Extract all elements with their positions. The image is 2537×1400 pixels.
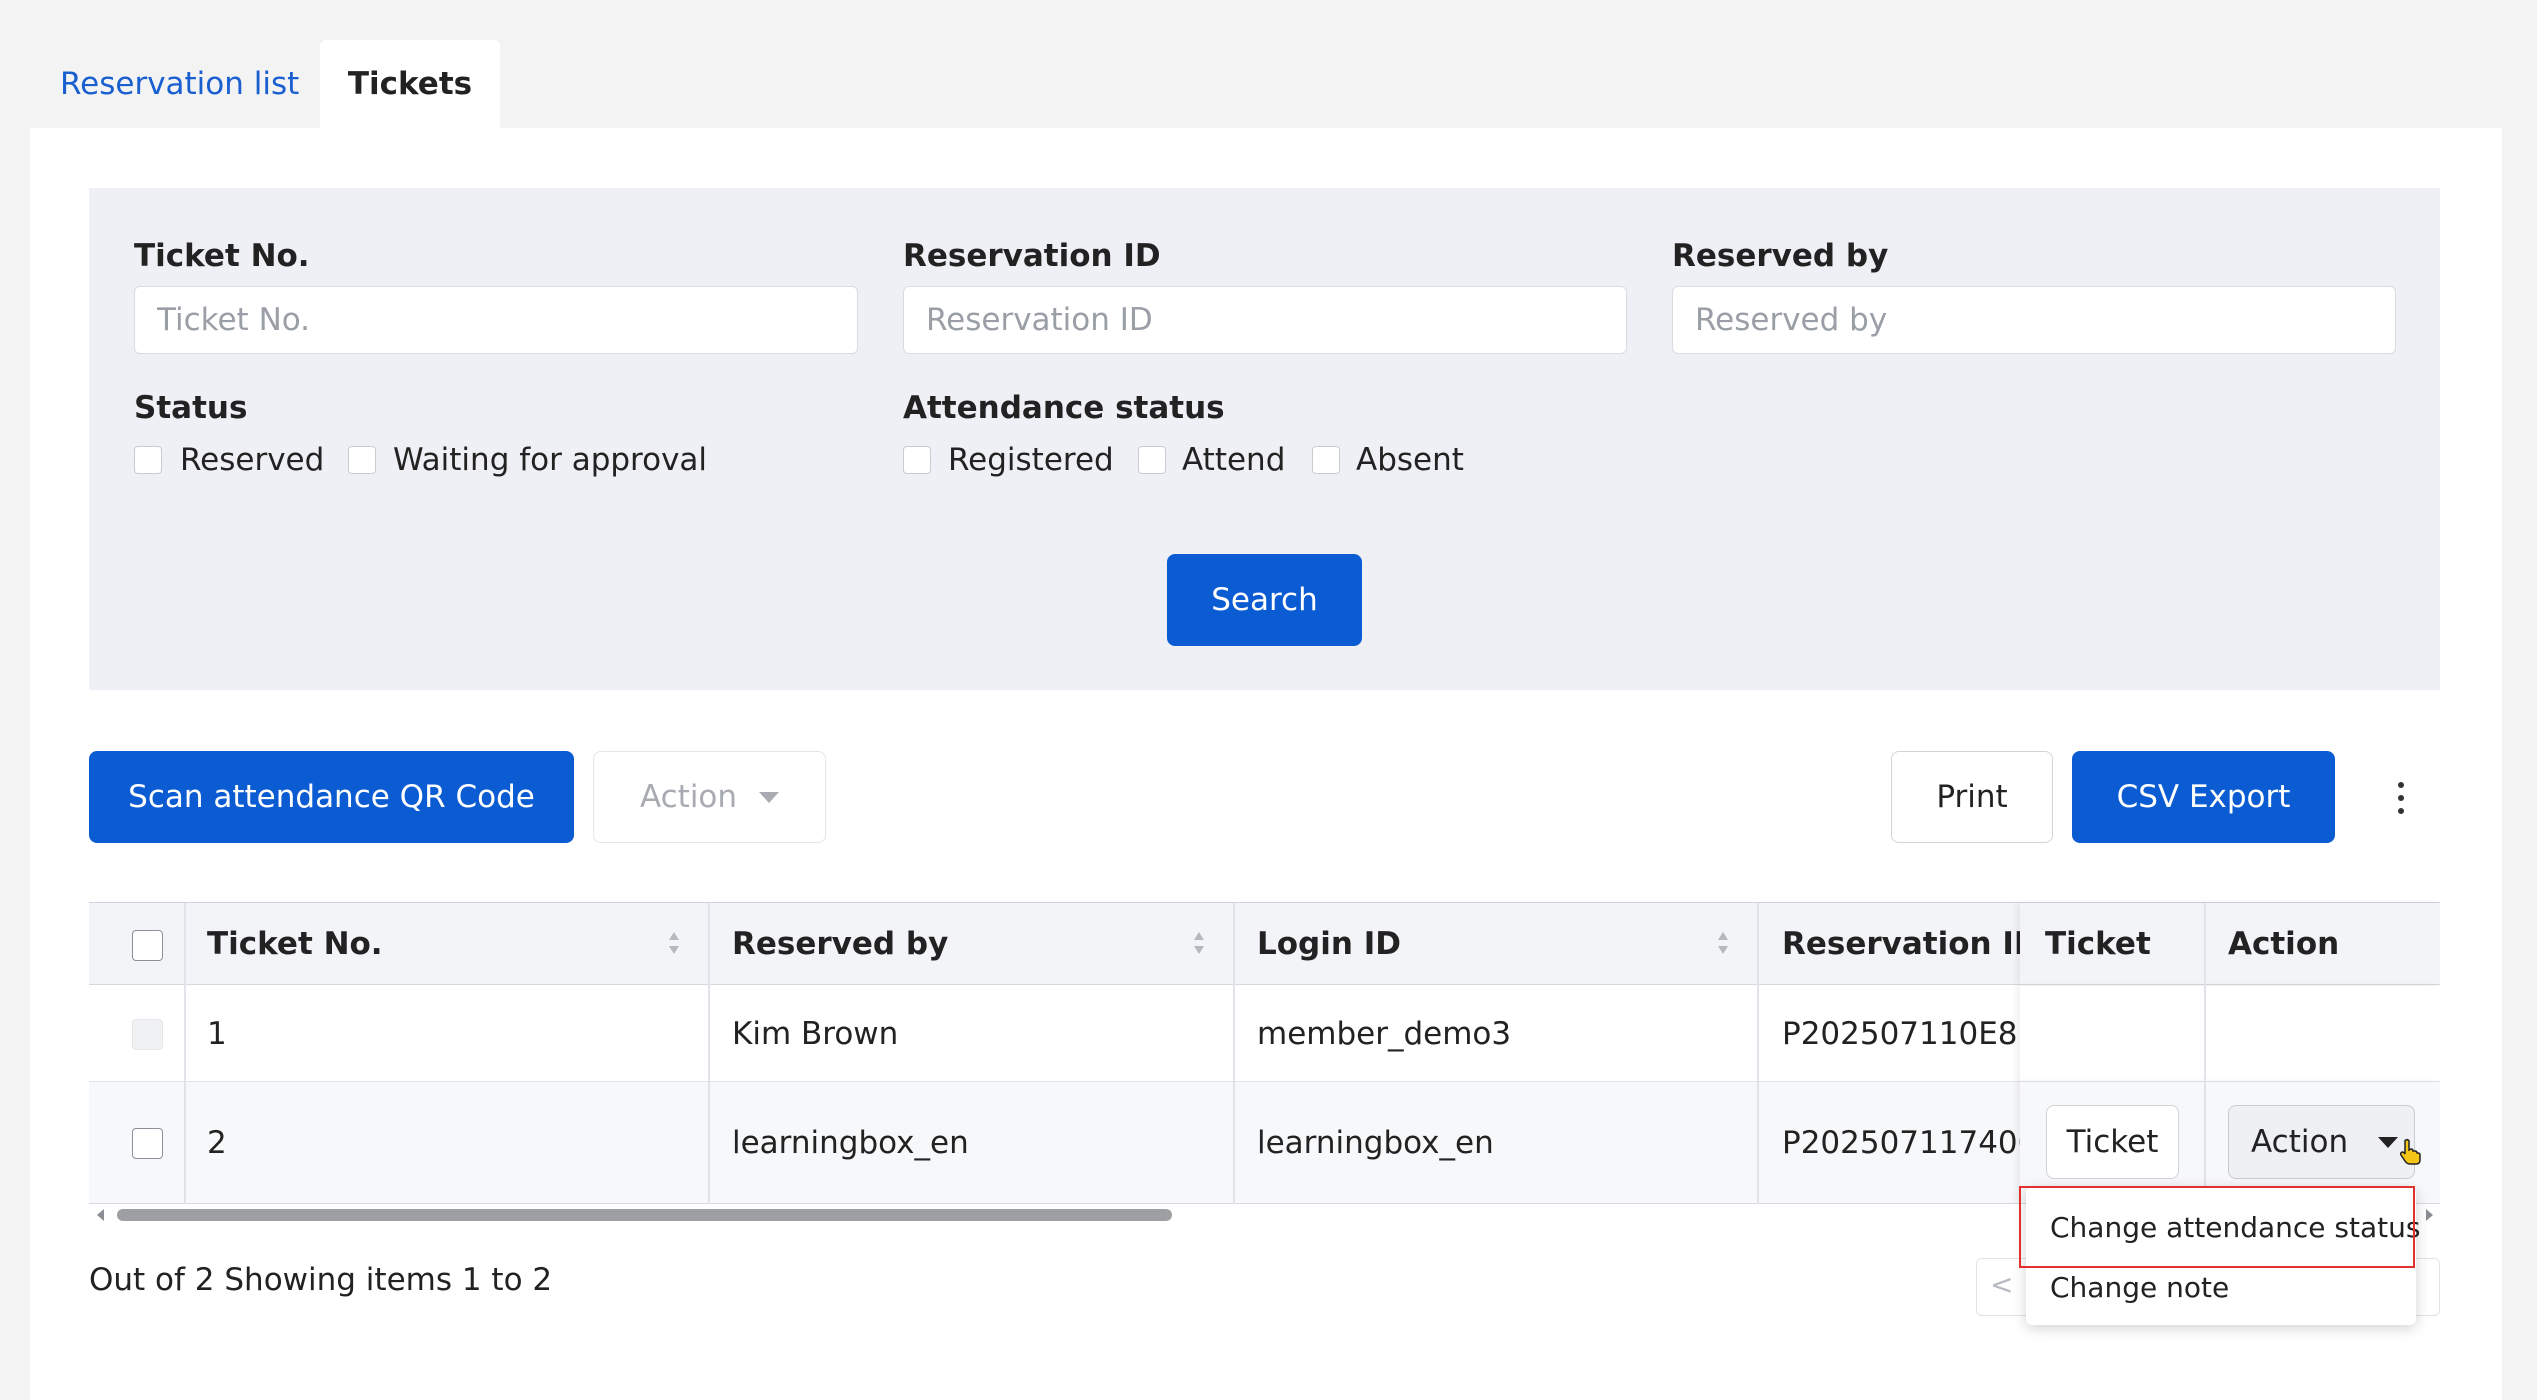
column-header-reservation-id[interactable]: Reservation ID: [1782, 926, 2020, 962]
reservation-id-input[interactable]: [903, 286, 1627, 354]
column-divider: [708, 903, 710, 1204]
attendance-registered-checkbox[interactable]: [903, 446, 931, 474]
prev-page-icon[interactable]: <: [1990, 1268, 2013, 1301]
attendance-attend-label: Attend: [1182, 442, 1286, 478]
column-divider: [1233, 903, 1235, 1204]
column-header-ticket: Ticket: [2045, 926, 2151, 962]
cell-reserved-by: learningbox_en: [732, 1125, 969, 1161]
sticky-cell: [2020, 986, 2440, 1082]
cell-login-id: member_demo3: [1257, 1016, 1512, 1052]
pagination-summary: Out of 2 Showing items 1 to 2: [89, 1262, 553, 1298]
reserved-by-label: Reserved by: [1672, 238, 1889, 274]
cell-reservation-id: P2025071174000: [1782, 1125, 2020, 1161]
status-waiting-checkbox[interactable]: [348, 446, 376, 474]
row-checkbox-disabled: [132, 1019, 163, 1050]
more-vertical-icon[interactable]: [2382, 776, 2420, 820]
column-divider: [2204, 903, 2206, 1204]
scroll-right-icon[interactable]: [2422, 1207, 2436, 1223]
cell-reservation-id: P202507110E8D: [1782, 1016, 2020, 1052]
sort-icon[interactable]: [1716, 930, 1730, 956]
column-header-login-id[interactable]: Login ID: [1257, 926, 1401, 962]
cell-reserved-by: Kim Brown: [732, 1016, 899, 1052]
ticket-no-input[interactable]: [134, 286, 858, 354]
highlight-box: [2019, 1186, 2415, 1268]
caret-down-icon: [2378, 1136, 2399, 1148]
sort-icon[interactable]: [667, 930, 681, 956]
attendance-absent-checkbox[interactable]: [1312, 446, 1340, 474]
scan-qr-button[interactable]: Scan attendance QR Code: [89, 751, 574, 843]
sort-icon[interactable]: [1192, 930, 1206, 956]
menu-item-change-note[interactable]: Change note: [2050, 1271, 2229, 1304]
scroll-left-icon[interactable]: [94, 1207, 108, 1223]
select-all-checkbox[interactable]: [132, 930, 163, 961]
tab-reservation-list[interactable]: Reservation list: [30, 40, 320, 128]
column-divider: [1757, 903, 1759, 1204]
status-label: Status: [134, 390, 248, 426]
ticket-no-label: Ticket No.: [134, 238, 310, 274]
caret-down-icon: [759, 791, 780, 803]
hand-cursor-icon: [2399, 1138, 2421, 1165]
status-waiting-label: Waiting for approval: [393, 442, 708, 478]
row-action-label: Action: [2251, 1124, 2349, 1160]
cell-ticket-no: 2: [207, 1125, 227, 1161]
ticket-button[interactable]: Ticket: [2046, 1105, 2179, 1179]
attendance-status-label: Attendance status: [903, 390, 1225, 426]
attendance-registered-label: Registered: [948, 442, 1114, 478]
row-action-dropdown[interactable]: Action: [2228, 1105, 2415, 1179]
column-header-reserved-by[interactable]: Reserved by: [732, 926, 948, 962]
status-reserved-checkbox[interactable]: [134, 446, 162, 474]
status-reserved-label: Reserved: [180, 442, 325, 478]
tab-tickets[interactable]: Tickets: [320, 40, 500, 128]
csv-export-button[interactable]: CSV Export: [2072, 751, 2335, 843]
attendance-absent-label: Absent: [1356, 442, 1464, 478]
row-checkbox[interactable]: [132, 1128, 163, 1159]
reservation-id-label: Reservation ID: [903, 238, 1161, 274]
column-divider: [184, 903, 186, 1204]
attendance-attend-checkbox[interactable]: [1138, 446, 1166, 474]
search-button[interactable]: Search: [1167, 554, 1362, 646]
print-button[interactable]: Print: [1891, 751, 2053, 843]
bulk-action-dropdown[interactable]: Action: [593, 751, 826, 843]
reserved-by-input[interactable]: [1672, 286, 2396, 354]
column-header-action: Action: [2228, 926, 2340, 962]
bulk-action-label: Action: [639, 779, 738, 815]
cell-login-id: learningbox_en: [1257, 1125, 1494, 1161]
column-header-ticket-no[interactable]: Ticket No.: [207, 926, 383, 962]
scrollbar-thumb[interactable]: [117, 1209, 1172, 1221]
cell-ticket-no: 1: [207, 1016, 227, 1052]
